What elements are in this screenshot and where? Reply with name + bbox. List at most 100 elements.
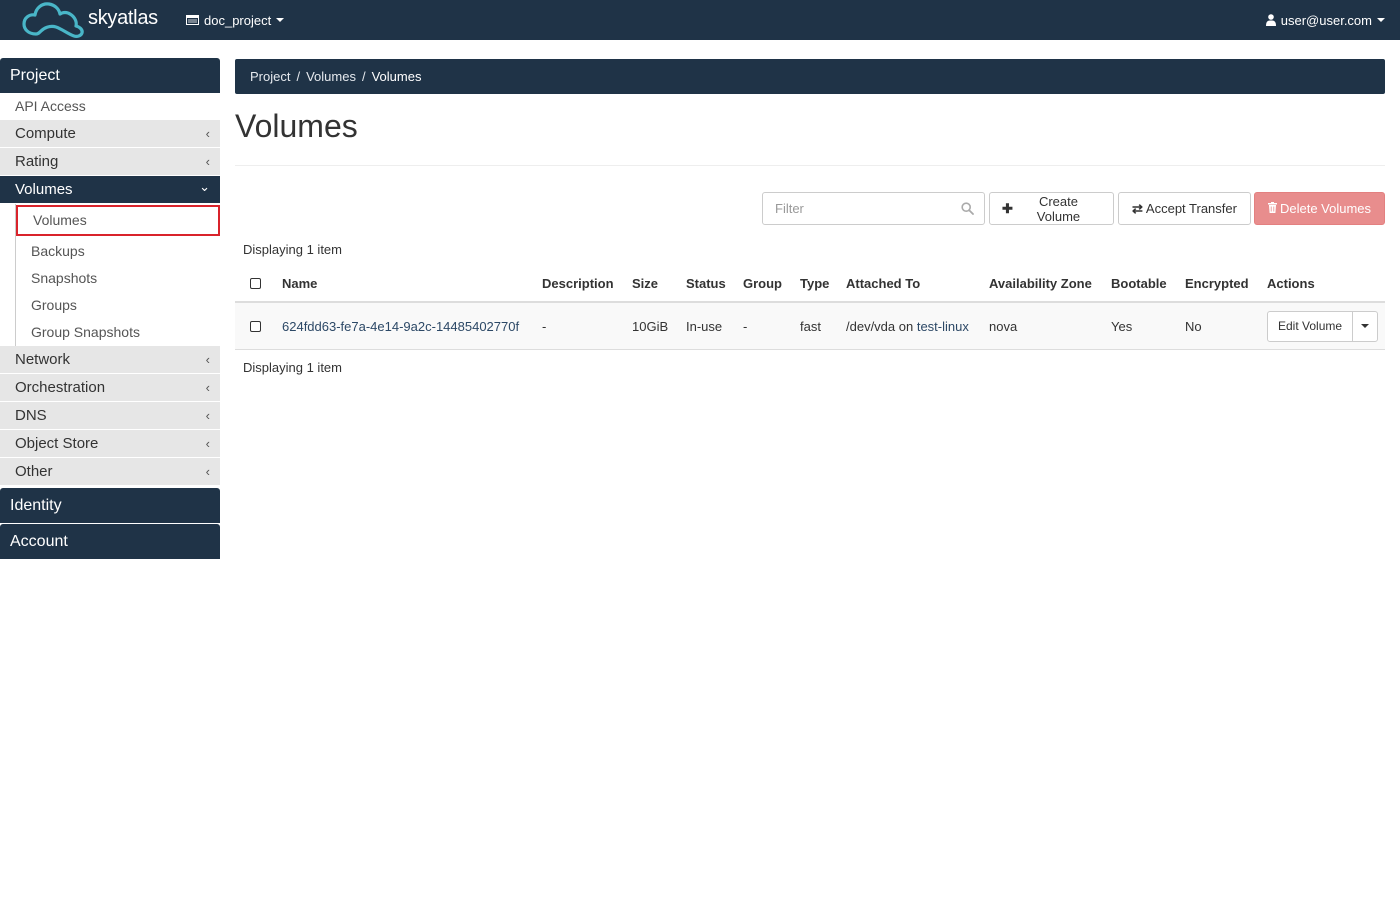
volume-size: 10GiB [632, 318, 669, 334]
plus-icon: ✚ [1002, 200, 1013, 216]
sidebar-panel-compute[interactable]: Compute ‹ [0, 120, 220, 148]
col-header-bootable[interactable]: Bootable [1111, 265, 1167, 301]
transfer-icon: ⇄ [1132, 200, 1143, 216]
volume-name-link[interactable]: 624fdd63-fe7a-4e14-9a2c-14485402770f [282, 303, 519, 349]
title-divider [235, 165, 1385, 166]
attached-device: /dev/vda on [846, 318, 914, 334]
col-header-description[interactable]: Description [542, 265, 614, 301]
user-icon [1265, 14, 1276, 26]
select-all-checkbox[interactable] [250, 277, 261, 289]
table-count-bottom: Displaying 1 item [243, 360, 342, 375]
volume-availability-zone: nova [989, 318, 1018, 334]
breadcrumb-separator: / [296, 69, 301, 84]
col-header-status[interactable]: Status [686, 265, 726, 301]
sidebar-dashboard-identity[interactable]: Identity [0, 488, 220, 523]
sidebar-panel-network[interactable]: Network ‹ [0, 346, 220, 374]
project-dropdown[interactable]: doc_project [186, 0, 285, 40]
chevron-left-icon: ‹ [205, 154, 210, 169]
volumes-submenu: Volumes Backups Snapshots Groups Group S… [15, 204, 220, 346]
select-all-checkbox-cell [250, 265, 261, 301]
caret-down-icon [1377, 18, 1385, 22]
chevron-left-icon: ‹ [205, 352, 210, 367]
volume-encrypted: No [1185, 318, 1202, 334]
sidebar-panel-volumes[interactable]: Volumes ⌄ [0, 176, 220, 204]
chevron-left-icon: ‹ [205, 464, 210, 479]
sidebar-panel-other[interactable]: Other ‹ [0, 458, 220, 486]
edit-volume-button[interactable]: Edit Volume [1268, 311, 1354, 341]
row-actions: Edit Volume [1267, 303, 1379, 349]
table-header: Name Description Size Status Group Type … [235, 265, 1385, 303]
sidebar-panel-rating[interactable]: Rating ‹ [0, 148, 220, 176]
col-header-actions: Actions [1267, 275, 1315, 291]
sidebar-panel-label: Object Store [15, 435, 99, 452]
col-header-type[interactable]: Type [800, 265, 829, 301]
page-title: Volumes [235, 108, 358, 144]
create-volume-button[interactable]: ✚ Create Volume [989, 192, 1114, 225]
sidebar-panel-label: DNS [15, 407, 47, 424]
project-icon [186, 15, 199, 25]
filter-box [762, 192, 985, 225]
sidebar-item-volumes[interactable]: Volumes [16, 205, 220, 236]
button-label: Delete Volumes [1279, 201, 1372, 216]
attached-instance-link[interactable]: test-linux [917, 319, 969, 334]
cloud-logo-icon [22, 2, 84, 38]
col-header-availability-zone[interactable]: Availability Zone [989, 265, 1092, 301]
row-actions-dropdown-toggle[interactable] [1353, 312, 1377, 341]
brand-logo[interactable]: skyatlas [22, 0, 158, 40]
user-dropdown[interactable]: user@user.com [1265, 0, 1385, 40]
volumes-table: Name Description Size Status Group Type … [235, 265, 1385, 350]
volume-status: In-use [686, 318, 723, 334]
sidebar-item-group-snapshots[interactable]: Group Snapshots [16, 319, 220, 346]
col-header-group[interactable]: Group [743, 265, 782, 301]
filter-input[interactable] [763, 193, 953, 224]
search-icon[interactable] [961, 202, 974, 218]
breadcrumb-item[interactable]: Volumes [306, 69, 356, 84]
sidebar: Project API Access Compute ‹ Rating ‹ Vo… [0, 58, 220, 559]
sidebar-item-groups[interactable]: Groups [16, 292, 220, 319]
breadcrumb-item[interactable]: Project [250, 69, 290, 84]
top-navbar: skyatlas doc_project user@user.com [0, 0, 1400, 40]
sidebar-dashboard-project[interactable]: Project [0, 58, 220, 93]
table-row: 624fdd63-fe7a-4e14-9a2c-14485402770f - 1… [235, 303, 1385, 350]
col-header-size[interactable]: Size [632, 265, 658, 301]
table-count-top: Displaying 1 item [243, 242, 342, 257]
col-header-attached-to[interactable]: Attached To [846, 265, 920, 301]
row-checkbox-cell [250, 303, 261, 349]
sidebar-dashboard-account[interactable]: Account [0, 524, 220, 559]
sidebar-panel-label: Other [15, 463, 53, 480]
trash-icon [1267, 201, 1277, 216]
sidebar-panel-object-store[interactable]: Object Store ‹ [0, 430, 220, 458]
row-checkbox[interactable] [250, 320, 261, 332]
sidebar-item-snapshots[interactable]: Snapshots [16, 265, 220, 292]
breadcrumb-current: Volumes [371, 69, 422, 84]
sidebar-panel-label: Rating [15, 153, 59, 170]
col-header-name[interactable]: Name [282, 265, 317, 301]
volume-bootable: Yes [1111, 318, 1133, 334]
project-name: doc_project [204, 12, 272, 28]
caret-down-icon [1361, 324, 1370, 328]
sidebar-item-backups[interactable]: Backups [16, 238, 220, 265]
sidebar-panel-label: Network [15, 351, 71, 368]
button-label: Create Volume [1036, 193, 1081, 224]
volume-description: - [542, 318, 547, 334]
breadcrumb-separator: / [361, 69, 366, 84]
volume-type: fast [800, 318, 821, 334]
button-label: Accept Transfer [1145, 201, 1237, 216]
accept-transfer-button[interactable]: ⇄ Accept Transfer [1118, 192, 1251, 225]
caret-down-icon [276, 18, 285, 22]
sidebar-panel-label: Compute [15, 125, 76, 142]
sidebar-panel-orchestration[interactable]: Orchestration ‹ [0, 374, 220, 402]
sidebar-panel-label: Volumes [15, 181, 73, 198]
volume-group: - [743, 318, 748, 334]
row-actions-group: Edit Volume [1267, 310, 1379, 342]
col-header-encrypted[interactable]: Encrypted [1185, 265, 1249, 301]
chevron-left-icon: ‹ [205, 436, 210, 451]
sidebar-panel-dns[interactable]: DNS ‹ [0, 402, 220, 430]
breadcrumb: Project / Volumes / Volumes [235, 59, 1385, 94]
chevron-left-icon: ‹ [205, 126, 210, 141]
sidebar-item-api-access[interactable]: API Access [0, 93, 220, 120]
delete-volumes-button[interactable]: Delete Volumes [1254, 192, 1385, 225]
volume-attached-to: /dev/vda on test-linux [846, 303, 969, 349]
chevron-down-icon: ⌄ [199, 179, 210, 194]
chevron-left-icon: ‹ [205, 408, 210, 423]
